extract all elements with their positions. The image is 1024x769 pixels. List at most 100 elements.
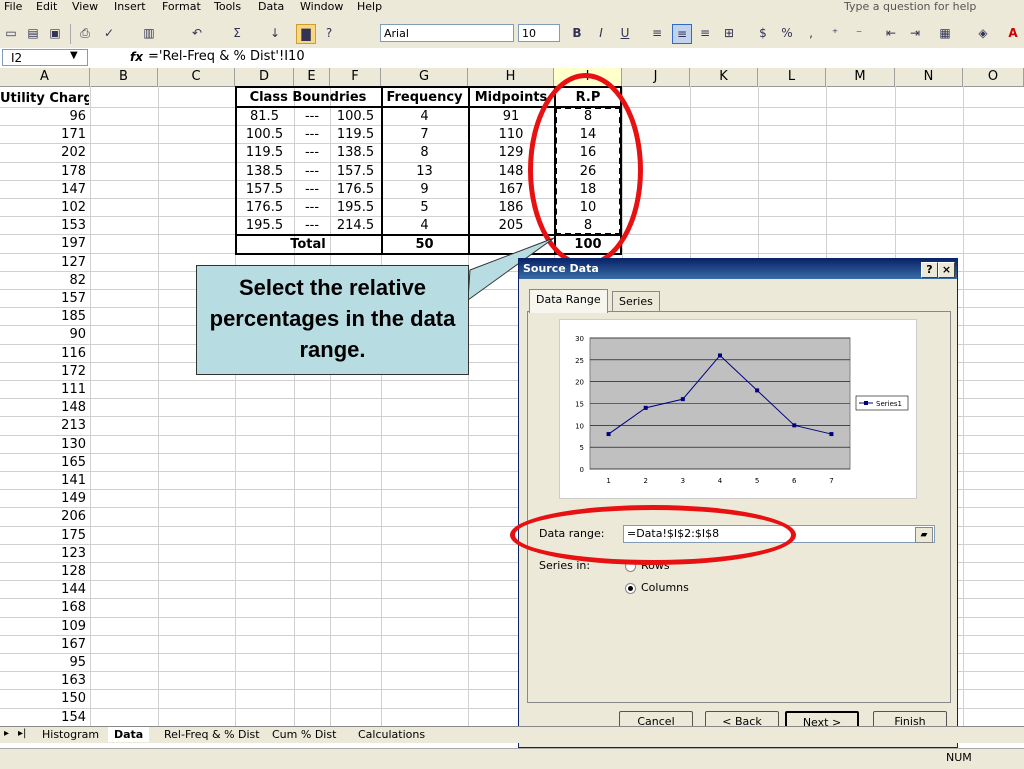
font-size-select[interactable]: 10 [518,24,560,42]
column-header-a[interactable]: A [0,68,90,86]
table-cell[interactable]: 171 [0,126,88,144]
chart-wizard-icon[interactable]: ▇ [296,24,316,44]
class-lower-cell[interactable]: 119.5 [235,144,294,162]
sheet-tab-data[interactable]: Data [108,727,150,742]
header-frequency[interactable]: Frequency [381,89,468,107]
header-midpoints[interactable]: Midpoints [468,89,554,107]
table-cell[interactable]: 206 [0,508,88,526]
columns-radio[interactable] [625,583,636,594]
save-icon[interactable]: ▣ [46,24,64,42]
table-cell[interactable]: 95 [0,654,88,672]
sort-ascending-icon[interactable]: ↓ [266,24,284,42]
fill-color-icon[interactable]: ◈ [974,24,992,42]
menu-view[interactable]: View [72,0,98,14]
decrease-decimal-icon[interactable]: ⁻ [850,24,868,42]
chevron-down-icon[interactable]: ▼ [70,50,78,61]
menu-data[interactable]: Data [258,0,284,14]
class-lower-cell[interactable]: 81.5 [235,108,294,126]
column-header-m[interactable]: M [826,68,895,86]
sheet-tab-cum-dist[interactable]: Cum % Dist [266,727,342,742]
percent-icon[interactable]: % [778,24,796,42]
class-upper-cell[interactable]: 195.5 [330,199,381,217]
column-header-g[interactable]: G [381,68,468,86]
column-header-h[interactable]: H [468,68,554,86]
table-cell[interactable]: 90 [0,326,88,344]
frequency-cell[interactable]: 9 [381,181,468,199]
table-cell[interactable]: 175 [0,527,88,545]
scroll-first-icon[interactable]: ▸ [4,728,9,739]
sheet-tab-histogram[interactable]: Histogram [36,727,105,742]
table-cell[interactable]: 167 [0,636,88,654]
table-cell[interactable]: 141 [0,472,88,490]
class-dash-cell[interactable]: --- [294,163,330,181]
column-header-d[interactable]: D [235,68,294,86]
class-dash-cell[interactable]: --- [294,199,330,217]
total-label[interactable]: Total [235,236,381,254]
class-upper-cell[interactable]: 100.5 [330,108,381,126]
table-cell[interactable]: 82 [0,272,88,290]
table-cell[interactable]: 96 [0,108,88,126]
increase-decimal-icon[interactable]: ⁺ [826,24,844,42]
table-cell[interactable]: 202 [0,144,88,162]
table-cell[interactable]: 150 [0,690,88,708]
class-dash-cell[interactable]: --- [294,181,330,199]
class-dash-cell[interactable]: --- [294,126,330,144]
frequency-cell[interactable]: 4 [381,217,468,235]
table-cell[interactable]: 130 [0,436,88,454]
table-cell[interactable]: 102 [0,199,88,217]
help-search-input[interactable]: Type a question for help [844,0,984,13]
column-header-l[interactable]: L [758,68,826,86]
function-icon[interactable]: fx [130,50,143,64]
help-icon[interactable]: ? [320,24,338,42]
class-upper-cell[interactable]: 176.5 [330,181,381,199]
table-cell[interactable]: 128 [0,563,88,581]
font-color-icon[interactable]: A [1004,24,1022,42]
table-cell[interactable]: 154 [0,709,88,727]
column-header-o[interactable]: O [963,68,1024,86]
comma-icon[interactable]: , [802,24,820,42]
table-cell[interactable]: 147 [0,181,88,199]
table-cell[interactable]: 144 [0,581,88,599]
column-header-c[interactable]: C [158,68,235,86]
increase-indent-icon[interactable]: ⇥ [906,24,924,42]
autosum-icon[interactable]: Σ [228,24,246,42]
frequency-cell[interactable]: 4 [381,108,468,126]
table-cell[interactable]: 111 [0,381,88,399]
sheet-tab-calculations[interactable]: Calculations [352,727,431,742]
column-header-k[interactable]: K [690,68,758,86]
sheet-tab-rel-freq-dist[interactable]: Rel-Freq & % Dist [158,727,266,742]
scroll-last-icon[interactable]: ▸| [18,728,26,739]
table-cell[interactable]: 127 [0,254,88,272]
column-header-j[interactable]: J [622,68,690,86]
table-cell[interactable]: 153 [0,217,88,235]
frequency-cell[interactable]: 13 [381,163,468,181]
menu-file[interactable]: File [4,0,22,14]
class-lower-cell[interactable]: 100.5 [235,126,294,144]
bold-icon[interactable]: B [568,24,586,42]
table-cell[interactable]: 197 [0,235,88,253]
class-upper-cell[interactable]: 157.5 [330,163,381,181]
menu-insert[interactable]: Insert [114,0,146,14]
new-file-icon[interactable]: ▭ [2,24,20,42]
spellcheck-icon[interactable]: ✓ [100,24,118,42]
currency-icon[interactable]: $ [754,24,772,42]
frequency-cell[interactable]: 8 [381,144,468,162]
font-name-select[interactable]: Arial [380,24,514,42]
table-cell[interactable]: 116 [0,345,88,363]
table-cell[interactable]: 109 [0,618,88,636]
header-class-boundries[interactable]: Class Boundries [235,89,381,107]
formula-input[interactable]: ='Rel-Freq & % Dist'!I10 [148,49,305,64]
close-icon[interactable]: × [938,262,955,278]
class-dash-cell[interactable]: --- [294,144,330,162]
underline-icon[interactable]: U [616,24,634,42]
column-header-b[interactable]: B [90,68,158,86]
class-upper-cell[interactable]: 138.5 [330,144,381,162]
align-left-icon[interactable]: ≡ [648,24,666,42]
frequency-cell[interactable]: 5 [381,199,468,217]
table-cell[interactable]: 172 [0,363,88,381]
align-right-icon[interactable]: ≡ [696,24,714,42]
class-upper-cell[interactable]: 119.5 [330,126,381,144]
class-dash-cell[interactable]: --- [294,108,330,126]
table-cell[interactable]: 157 [0,290,88,308]
column-a-header[interactable]: Utility Charge [0,90,89,108]
